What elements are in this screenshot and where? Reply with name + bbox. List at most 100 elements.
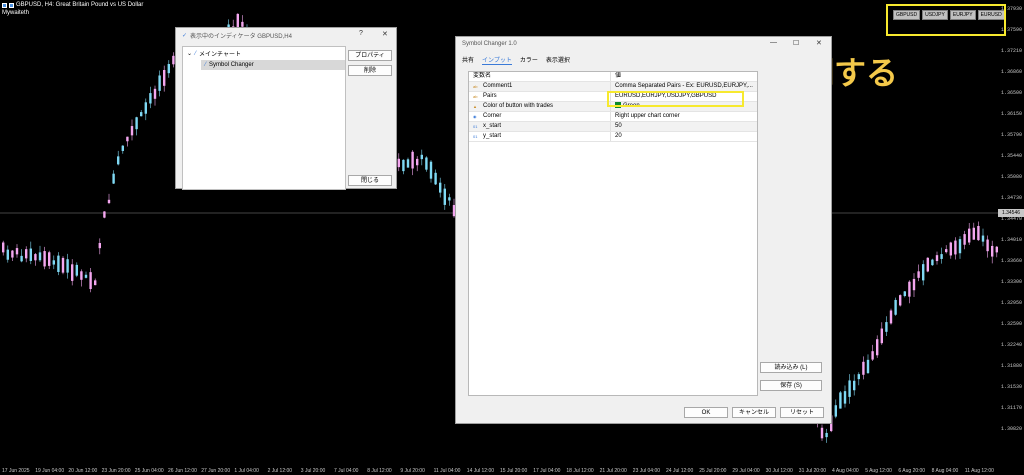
price-axis-label: 1.34010	[1000, 237, 1022, 243]
candle-body	[885, 322, 888, 332]
price-axis-label: 1.32590	[1000, 321, 1022, 327]
candle-body	[140, 112, 143, 117]
time-axis-label: 23 Jul 04:00	[632, 468, 661, 474]
candle-body	[866, 359, 870, 374]
string-type-icon: ab	[473, 94, 478, 99]
param-row-corner[interactable]: ◉ Corner Right upper chart corner	[469, 112, 757, 122]
symbol-changer-title-text: Symbol Changer 1.0	[462, 41, 517, 47]
cancel-button[interactable]: キャンセル	[732, 407, 776, 418]
candle-body	[871, 351, 874, 360]
param-row-x-start[interactable]: 01 x_start 50	[469, 122, 757, 132]
time-axis-label: 25 Jul 20:00	[699, 468, 727, 474]
tab-common[interactable]: 共有	[462, 55, 474, 65]
tree-item-label: Symbol Changer	[209, 62, 254, 68]
grid-header: 変数名 値	[469, 72, 757, 82]
param-value[interactable]: 20	[611, 132, 757, 141]
close-icon[interactable]: ✕	[382, 30, 388, 38]
tab-inputs[interactable]: インプット	[482, 55, 512, 65]
time-axis-label: 6 Aug 20:00	[898, 468, 926, 474]
candle-body	[20, 255, 23, 262]
tree-item-label: メインチャート	[199, 52, 241, 58]
candle-body	[949, 242, 952, 256]
candle-body	[880, 328, 883, 344]
candle-body	[889, 310, 893, 324]
candle-body	[84, 274, 88, 278]
help-button[interactable]: ?	[359, 30, 363, 37]
time-axis-label: 9 Jul 20:00	[400, 468, 425, 474]
candle-body	[66, 259, 69, 273]
candle-body	[954, 240, 957, 255]
candle-body	[416, 158, 419, 166]
minimize-icon[interactable]: —	[770, 39, 777, 46]
close-button[interactable]: 閉じる	[348, 175, 392, 186]
string-type-icon: ab	[473, 84, 478, 89]
delete-button[interactable]: 削除	[348, 65, 392, 76]
tree-item-symbol-changer[interactable]: ⁄ Symbol Changer	[201, 60, 345, 70]
candle-body	[130, 126, 134, 136]
candle-body	[958, 239, 962, 254]
candle-body	[103, 211, 106, 218]
properties-button[interactable]: プロパティ	[348, 50, 392, 61]
maximize-icon[interactable]: ☐	[793, 39, 799, 47]
time-axis-label: 25 Jun 04:00	[134, 468, 164, 474]
candle-body	[820, 427, 824, 439]
param-name-text: x_start	[483, 123, 502, 129]
candle-body	[52, 260, 55, 265]
candle-body	[402, 159, 405, 172]
price-axis-label: 1.36500	[1000, 90, 1022, 96]
time-axis-label: 17 Jun 2025	[2, 468, 30, 474]
tab-colors[interactable]: カラー	[520, 55, 538, 65]
candle-body	[420, 154, 423, 160]
price-axis-label: 1.32240	[1000, 342, 1022, 348]
candle-body	[908, 281, 911, 297]
param-value[interactable]: Comma Separated Pairs - Ex: EURUSD,EURJP…	[611, 82, 757, 91]
candle-body	[94, 280, 97, 286]
param-name-text: Pairs	[483, 93, 497, 99]
close-icon[interactable]: ✕	[816, 39, 822, 47]
price-axis-label: 1.31530	[1000, 384, 1022, 390]
price-axis-label: 1.32950	[1000, 300, 1022, 306]
time-axis-label: 14 Jul 12:00	[466, 468, 495, 474]
price-axis-label: 1.31880	[1000, 363, 1022, 369]
chart-title-text: GBPUSD, H4: Great Britain Pound vs US Do…	[16, 2, 144, 8]
indicators-window-title: ✓ 表示中のインディケータ GBPUSD,H4 ? ✕	[176, 28, 396, 42]
price-axis-label: 1.30820	[1000, 426, 1022, 432]
price-axis-label: 1.34730	[1000, 195, 1022, 201]
param-name-text: Color of button with trades	[483, 103, 554, 109]
candle-body	[977, 225, 980, 241]
param-name: ab Comment1	[469, 82, 611, 91]
candle-body	[98, 243, 101, 249]
tree-item-main-chart[interactable]: ⌄ ⁄ メインチャート	[183, 47, 345, 60]
candle-body	[899, 295, 902, 306]
chart-title: GBPUSD, H4: Great Britain Pound vs US Do…	[2, 2, 143, 8]
ok-button[interactable]: OK	[684, 407, 728, 418]
candle-body	[834, 405, 837, 417]
candle-body	[48, 252, 51, 266]
candle-body	[61, 257, 65, 273]
param-name: ◉ Corner	[469, 112, 611, 121]
candle-body	[876, 339, 879, 356]
candle-body	[972, 227, 975, 240]
candle-body	[843, 391, 847, 404]
candle-body	[443, 188, 446, 205]
tab-visualization[interactable]: 表示選択	[546, 55, 570, 65]
candle-body	[6, 249, 9, 260]
reset-button[interactable]: リセット	[780, 407, 824, 418]
candle-body	[825, 432, 828, 438]
time-axis-label: 1 Jul 04:00	[234, 468, 259, 474]
candle-body	[75, 264, 78, 276]
candle-body	[448, 197, 451, 201]
time-axis-label: 30 Jul 12:00	[765, 468, 793, 474]
integer-type-icon: 01	[473, 124, 478, 129]
candle-body	[241, 21, 244, 27]
param-value[interactable]: 50	[611, 122, 757, 131]
time-axis-label: 31 Jul 20:00	[798, 468, 827, 474]
price-axis-label: 1.36860	[1000, 69, 1022, 75]
candle-body	[29, 248, 32, 261]
param-row-y-start[interactable]: 01 y_start 20	[469, 132, 757, 142]
candle-body	[857, 374, 860, 380]
candle-body	[839, 392, 842, 409]
load-button[interactable]: 読み込み (L)	[760, 362, 822, 373]
save-button[interactable]: 保存 (S)	[760, 380, 822, 391]
param-value[interactable]: Right upper chart corner	[611, 112, 757, 121]
